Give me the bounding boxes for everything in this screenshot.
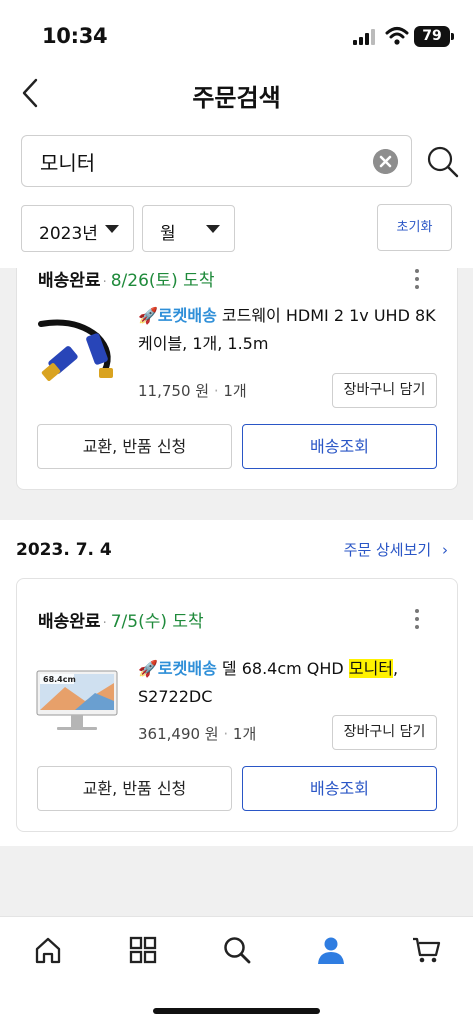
delivery-status: 배송완료 · 7/5(수) 도착 [38,612,204,632]
status-bar: 10:34 79 [0,0,473,70]
order-detail-label: 주문 상세보기 [343,541,432,559]
search-field[interactable] [21,135,412,187]
product-name[interactable]: 🚀로켓배송 코드웨이 HDMI 2 1v UHD 8K 케이블, 1개, 1.5… [138,302,450,358]
order-list[interactable]: 배송완료 · 8/26(토) 도착 🚀로켓배송 코드웨이 HDMI 2 1v UHD… [0,268,473,916]
caret-down-icon [105,225,119,233]
track-delivery-button[interactable]: 배송조회 [242,766,437,811]
rocket-delivery-label: 로켓배송 [157,306,217,325]
price: 11,750 원 [138,382,210,400]
search-icon[interactable] [222,935,252,965]
page-header: 주문검색 [0,70,473,120]
home-indicator [153,1008,320,1014]
status-label: 배송완료 [38,612,101,632]
year-select[interactable]: 2023년 [21,205,134,252]
cellular-signal-icon [353,29,375,45]
exchange-return-button[interactable]: 교환, 반품 신청 [37,766,232,811]
more-options-icon[interactable] [415,269,421,293]
reset-button[interactable]: 초기화 [377,204,452,251]
rocket-icon: 🚀 [138,306,158,325]
order-card: 배송완료 · 8/26(토) 도착 🚀로켓배송 코드웨이 HDMI 2 1v UHD… [16,268,458,490]
product-title-pre: 델 68.4cm QHD [216,659,349,678]
wifi-icon [385,27,409,45]
page-title: 주문검색 [192,84,281,112]
arrival-date: 7/5(수) 도착 [110,612,204,632]
caret-down-icon [206,225,220,233]
year-select-value: 2023년 [39,224,98,244]
home-icon[interactable] [33,935,63,965]
price-quantity: 361,490 원 · 1개 [138,725,257,743]
product-name[interactable]: 🚀로켓배송 델 68.4cm QHD 모니터, S2722DC [138,655,450,711]
my-account-icon[interactable] [316,935,346,965]
battery-indicator: 79 [414,26,454,47]
cart-icon[interactable] [411,935,441,965]
month-select[interactable]: 월 [142,205,235,252]
more-options-icon[interactable] [415,609,421,633]
add-to-cart-button[interactable]: 장바구니 담기 [332,373,437,408]
quantity: 1개 [223,382,247,400]
price: 361,490 원 [138,725,219,743]
order-detail-link[interactable]: 주문 상세보기 › [344,539,448,560]
chevron-right-icon: › [442,541,448,559]
order-date-row: 2023. 7. 4 주문 상세보기 › [0,520,473,578]
product-thumbnail[interactable] [35,312,119,396]
search-icon[interactable] [426,145,460,179]
search-input[interactable] [40,146,370,176]
delivery-status: 배송완료 · 8/26(토) 도착 [38,271,215,291]
status-label: 배송완료 [38,271,101,291]
arrival-date: 8/26(토) 도착 [110,271,215,291]
order-card: 배송완료 · 7/5(수) 도착 68.4cm 🚀로켓배송 델 68.4cm QHD… [16,578,458,832]
categories-icon[interactable] [128,935,158,965]
exchange-return-button[interactable]: 교환, 반품 신청 [37,424,232,469]
track-delivery-button[interactable]: 배송조회 [242,424,437,469]
status-time: 10:34 [42,24,108,48]
add-to-cart-button[interactable]: 장바구니 담기 [332,715,437,750]
quantity: 1개 [232,725,257,743]
thumb-size-label: 68.4cm [43,675,76,684]
price-quantity: 11,750 원 · 1개 [138,382,247,400]
product-thumbnail[interactable]: 68.4cm [35,665,119,749]
month-select-value: 월 [160,224,176,244]
clear-icon[interactable] [373,149,398,174]
order-date: 2023. 7. 4 [16,540,112,560]
search-highlight: 모니터 [348,659,394,678]
rocket-delivery-label: 로켓배송 [157,659,217,678]
rocket-icon: 🚀 [138,659,158,678]
